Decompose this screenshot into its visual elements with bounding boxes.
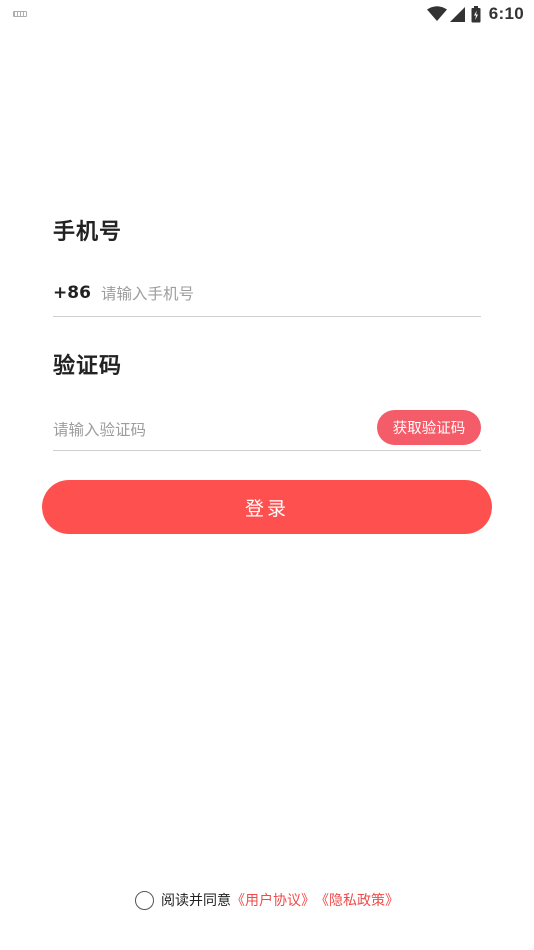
login-button[interactable]: 登录 (42, 480, 492, 534)
agree-checkbox[interactable] (135, 890, 154, 910)
status-time: 6:10 (488, 4, 524, 23)
get-code-button[interactable]: 获取验证码 (377, 410, 481, 445)
code-label: 验证码 (53, 354, 123, 379)
signal-icon (449, 7, 465, 22)
user-agreement-link[interactable]: 《用户协议》 (231, 890, 315, 910)
keyboard-icon (13, 11, 27, 17)
country-code-prefix: +86 (53, 283, 91, 303)
phone-label: 手机号 (53, 220, 123, 245)
phone-input[interactable] (101, 282, 461, 306)
phone-field-row: +86 (53, 280, 481, 317)
wifi-icon (426, 6, 447, 21)
code-field-row: 获取验证码 (53, 408, 481, 451)
agreement-row: 阅读并同意 《用户协议》 《隐私政策》 (0, 890, 534, 910)
battery-icon (471, 5, 481, 22)
verification-code-input[interactable] (53, 418, 353, 442)
status-bar: 6:10 (0, 0, 534, 30)
agreement-text: 阅读并同意 (161, 893, 231, 909)
privacy-policy-link[interactable]: 《隐私政策》 (315, 890, 399, 910)
status-indicators: 6:10 (426, 4, 524, 24)
login-screen: 6:10 手机号 +86 验证码 获取验证码 登录 阅读并同意 《用户协议》 《… (0, 0, 534, 950)
